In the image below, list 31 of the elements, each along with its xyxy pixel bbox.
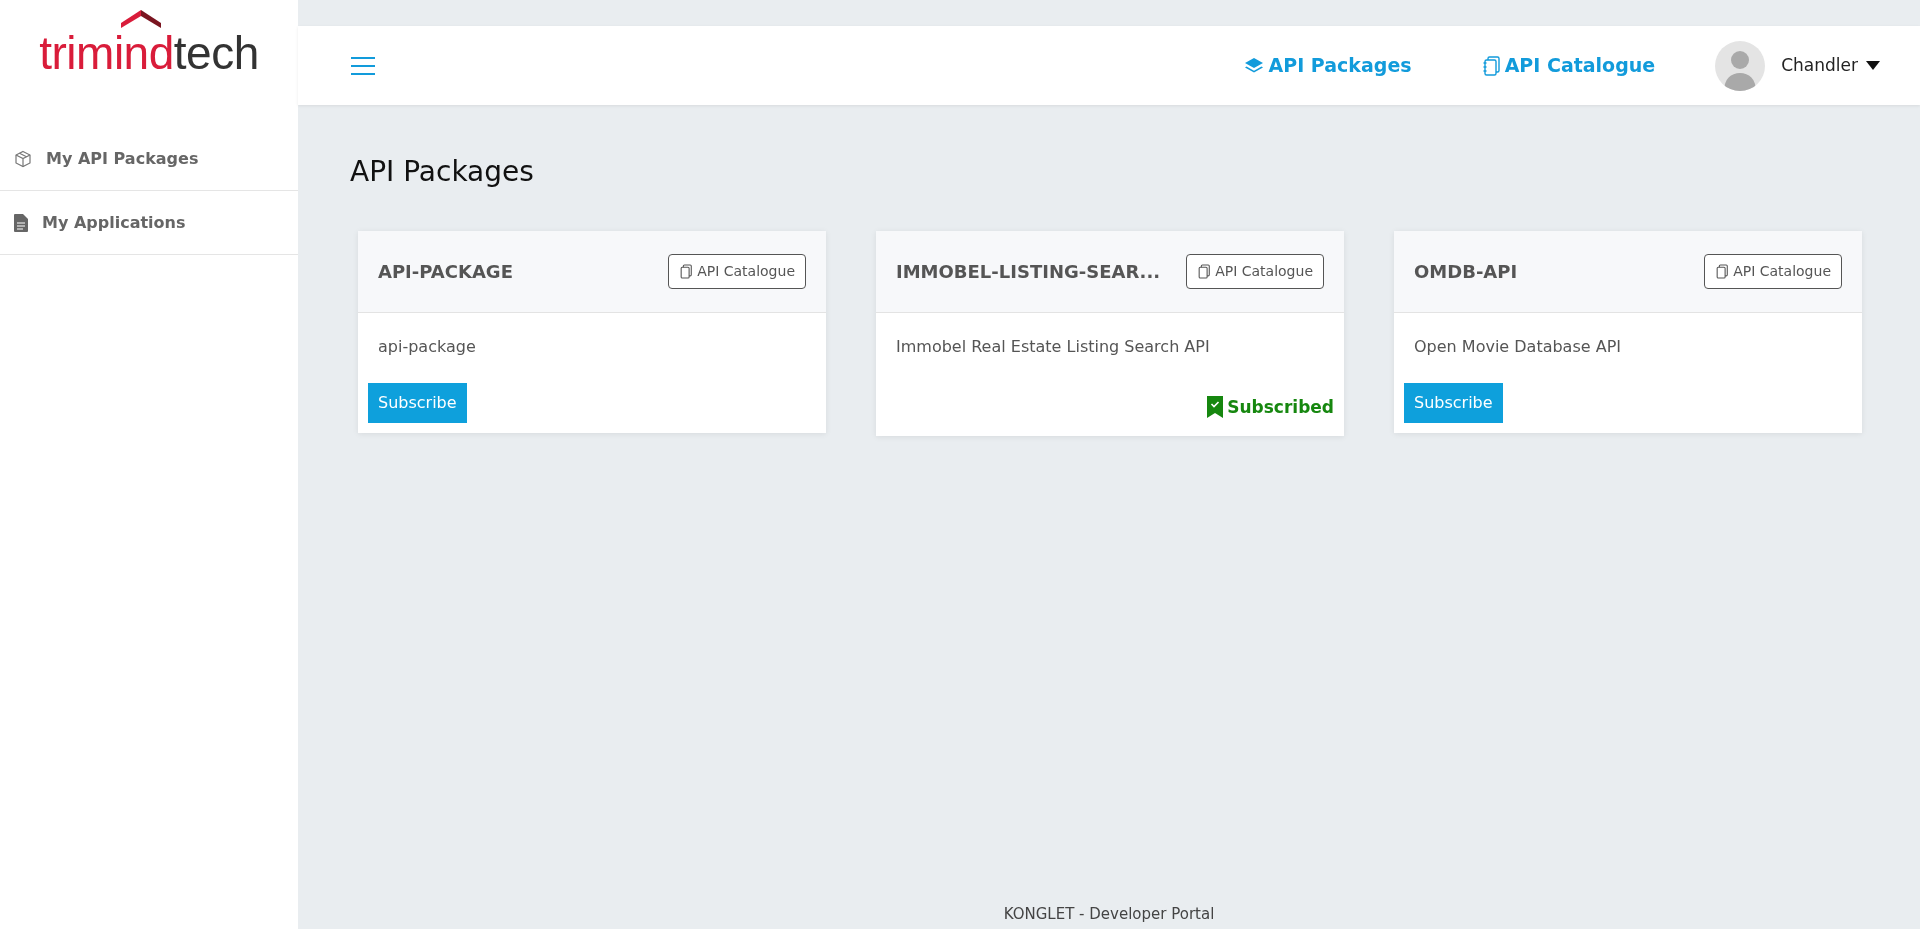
card-description: Immobel Real Estate Listing Search API <box>895 335 1211 358</box>
catalogue-button[interactable]: API Catalogue <box>1704 253 1842 289</box>
subscribe-button[interactable]: Subscribe <box>1404 382 1503 423</box>
nav-link[interactable]: API Packages <box>1243 51 1412 80</box>
card-description: Open Movie Database API <box>1413 335 1622 358</box>
subscribe-button[interactable]: Subscribe <box>368 382 467 423</box>
subscribed-status: Subscribed <box>876 382 1344 437</box>
catalogue-button[interactable]: API Catalogue <box>1186 253 1324 289</box>
sidebar-item[interactable]: My Applications <box>0 191 298 255</box>
page-title: API Packages <box>350 155 535 189</box>
pages-icon <box>679 263 693 279</box>
box-icon <box>14 149 32 168</box>
card-title: OMDB-API <box>1414 259 1518 284</box>
sidebar-item[interactable]: My API Packages <box>0 127 298 191</box>
pages-icon <box>1481 55 1500 76</box>
pages-icon <box>1715 263 1729 279</box>
roof-icon <box>121 9 162 28</box>
card-title: IMMOBEL-LISTING-SEAR... <box>896 259 1161 284</box>
menu-icon[interactable] <box>350 55 376 76</box>
layers-icon <box>1243 56 1264 75</box>
logo-wordmark: trimindtech <box>39 29 259 76</box>
user-menu[interactable]: Chandler <box>1781 52 1880 79</box>
nav-link[interactable]: API Catalogue <box>1481 51 1656 80</box>
footer-text: KONGLET - Developer Portal <box>1002 903 1216 925</box>
card-description: api-package <box>377 335 477 358</box>
bookmark-check-icon <box>1207 396 1224 419</box>
card-title: API-PACKAGE <box>378 259 513 284</box>
caret-icon <box>1866 61 1880 70</box>
pages-icon <box>1197 263 1211 279</box>
document-icon <box>14 213 28 232</box>
catalogue-button[interactable]: API Catalogue <box>668 253 806 289</box>
